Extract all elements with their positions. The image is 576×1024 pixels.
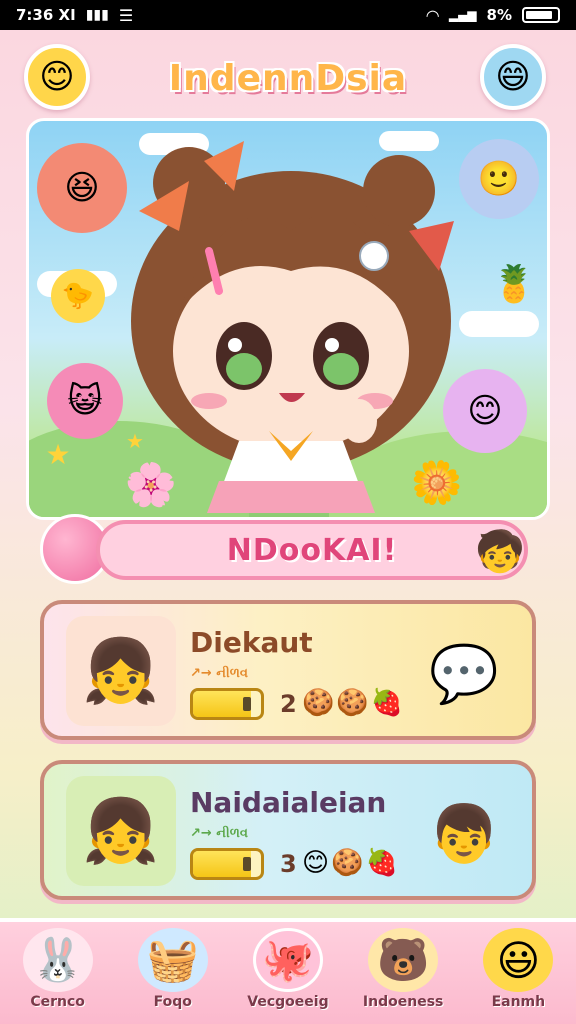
strawberry-icon: 🍓 [370, 688, 404, 718]
nav-label: Foqo [153, 994, 192, 1010]
energy-bar [190, 848, 264, 880]
star-icon: ★ [126, 429, 144, 453]
wifi-icon: ◠ [426, 5, 439, 25]
star-icon: ★ [45, 437, 71, 471]
status-time: 7:36 XI [16, 6, 76, 24]
speech-bubble-icon: 💬 [429, 642, 499, 707]
pink-monster-icon: 😺 [47, 363, 123, 439]
chat-smiley-icon: 😃 [483, 928, 554, 992]
cookie-icon: 🍪 [302, 688, 335, 718]
waving-kid-icon: 🧒 [475, 528, 525, 575]
energy-bar [190, 688, 264, 720]
status-bar: 7:36 XI ▮▮▮ ☰ ◠ ▂▄▆ 8% [0, 0, 576, 30]
card-title: Naidaialeian [190, 786, 387, 819]
red-hair-girl-avatar-icon: 😄 [495, 57, 531, 97]
hero-scene[interactable]: 😆 🙂 🐤 🍍 😺 😊 🌸 🌼 ★ ★ [26, 118, 550, 520]
header: 😊 IndennDsia 😄 [0, 30, 576, 118]
blonde-girl-avatar-icon: 😊 [39, 57, 75, 97]
nav-label: Cernco [30, 994, 85, 1010]
cell-signal-icon: ▂▄▆ [448, 8, 477, 22]
smiley-ball-icon: 🍪 [331, 848, 364, 878]
energy-bar-knob [243, 697, 251, 711]
bottom-nav: 🐰 Cernco 🧺 Foqo 🐙 Vecgoeeig 🐻 Indoeness … [0, 918, 576, 1024]
bear-icon: 🐻 [368, 928, 439, 992]
character-card[interactable]: 👧 Naidaialeian ↗→ નીળવ 3 😊 🍪 🍓 👦 [40, 760, 536, 900]
banner-label: NDooKAI! [96, 520, 528, 580]
smiley-ball-icon: 😊 [302, 848, 330, 878]
red-hair-friend-icon: 😆 [37, 143, 127, 233]
nav-label: Eanmh [491, 994, 546, 1010]
blue-hair-friend-icon: 🙂 [459, 139, 539, 219]
flower-icon: 🌼 [410, 458, 464, 507]
pink-hair-friend-icon: 😊 [443, 369, 527, 453]
game-title: IndennDsia [168, 57, 408, 99]
menu-lines-icon: ☰ [118, 5, 134, 25]
profile-avatar-button[interactable]: 😊 [24, 44, 90, 110]
signal-bars-icon: ▮▮▮ [85, 7, 109, 23]
nav-item-friends[interactable]: 🐻 Indoeness [349, 928, 457, 1010]
nav-label: Vecgoeeig [247, 994, 329, 1010]
item-count: 3 [280, 850, 297, 878]
strawberry-icon: 🍓 [365, 848, 398, 878]
battery-percent: 8% [486, 6, 512, 24]
item-icons: 😊 🍪 🍓 [302, 848, 398, 878]
pink-blob-icon: 🐙 [252, 928, 323, 992]
rainbow-basket-icon: 🧺 [137, 928, 208, 992]
bunny-icon: 🐰 [22, 928, 93, 992]
nav-item-home[interactable]: 🐰 Cernco [4, 928, 112, 1010]
brown-hair-girl-portrait-icon: 👧 [66, 616, 176, 726]
yellow-creature-icon: 🐤 [51, 269, 105, 323]
card-title: Diekaut [190, 626, 313, 659]
nav-label: Indoeness [362, 994, 444, 1010]
nav-item-chat[interactable]: 😃 Eanmh [464, 928, 572, 1010]
card-subtitle: ↗→ નીળવ [190, 666, 248, 681]
item-icons: 🍪 🍪 🍓 [302, 688, 403, 718]
card-subtitle: ↗→ નીળવ [190, 826, 248, 841]
item-count: 2 [280, 690, 297, 718]
gray-hair-girl-portrait-icon: 👧 [66, 776, 176, 886]
nav-item-food[interactable]: 🧺 Foqo [119, 928, 227, 1010]
blonde-boy-icon: 👦 [429, 802, 499, 867]
pineapple-icon: 🍍 [491, 264, 537, 305]
nav-item-center[interactable]: 🐙 Vecgoeeig [234, 928, 342, 1010]
flower-icon: 🌸 [124, 460, 178, 509]
friend-avatar-button[interactable]: 😄 [480, 44, 546, 110]
event-banner[interactable]: NDooKAI! 🧒 [40, 514, 536, 588]
energy-bar-knob [243, 857, 251, 871]
character-card[interactable]: 👧 Diekaut ↗→ નીળવ 2 🍪 🍪 🍓 💬 [40, 600, 536, 740]
cookie-icon: 🍪 [336, 688, 369, 718]
battery-icon [522, 7, 560, 23]
